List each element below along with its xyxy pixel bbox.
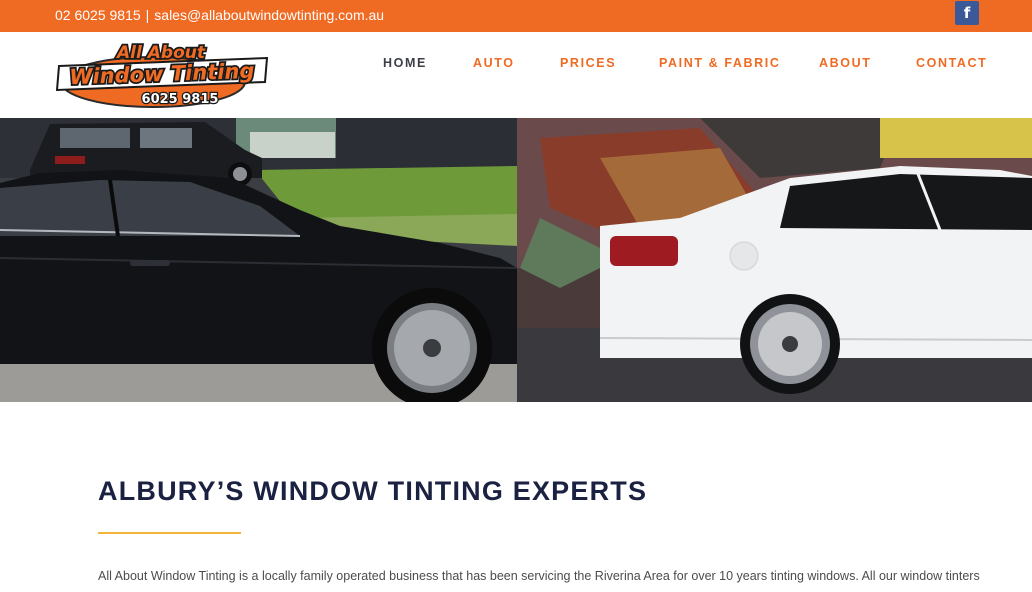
- top-contact-info: 02 6025 9815 | sales@allaboutwindowtinting…: [55, 7, 384, 23]
- facebook-icon[interactable]: f: [955, 1, 979, 25]
- page-title: ALBURY’S WINDOW TINTING EXPERTS: [98, 476, 648, 506]
- contact-separator: |: [145, 7, 150, 23]
- nav-about[interactable]: ABOUT: [819, 56, 871, 70]
- nav-home[interactable]: HOME: [383, 56, 427, 70]
- logo-phone: 6025 9815: [142, 92, 219, 107]
- facebook-glyph: f: [963, 4, 971, 22]
- nav-contact[interactable]: CONTACT: [916, 56, 987, 70]
- white-sedan-photo: [517, 118, 1032, 402]
- nav-paint-fabric[interactable]: PAINT & FABRIC: [659, 56, 780, 70]
- intro-paragraph: All About Window Tinting is a locally fa…: [98, 569, 980, 583]
- email-link[interactable]: sales@allaboutwindowtinting.com.au: [154, 7, 384, 23]
- nav-auto[interactable]: AUTO: [473, 56, 515, 70]
- main-nav: HOME AUTO PRICES PAINT & FABRIC ABOUT CO…: [0, 56, 1032, 76]
- nav-prices[interactable]: PRICES: [560, 56, 616, 70]
- phone-link[interactable]: 02 6025 9815: [55, 7, 141, 23]
- title-underline: [98, 532, 241, 534]
- hero-banner: [0, 118, 1032, 402]
- black-sedan-photo: [0, 118, 518, 402]
- site-header: All About Window Tinting 6025 9815 HOME …: [0, 32, 1032, 118]
- top-bar: 02 6025 9815 | sales@allaboutwindowtinting…: [0, 0, 1032, 32]
